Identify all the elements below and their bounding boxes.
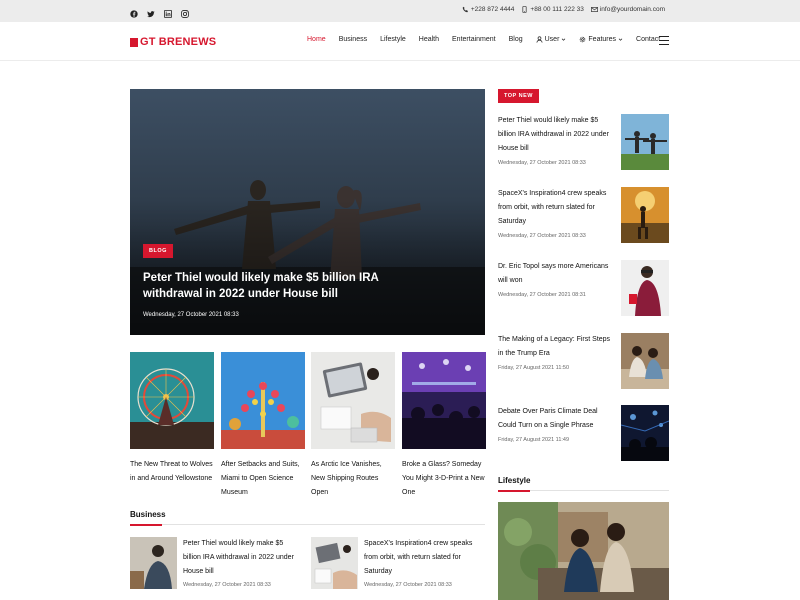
sidebar-article-image	[621, 333, 669, 389]
nav-item-features[interactable]: Features	[579, 36, 623, 43]
hero-date: Wednesday, 27 October 2021 08:33	[143, 312, 239, 318]
article-card[interactable]: The New Threat to Wolves in and Around Y…	[130, 352, 214, 486]
nav-label: Contact	[636, 36, 661, 43]
nav-item-health[interactable]: Health	[419, 36, 439, 43]
category-badge[interactable]: BLOG	[143, 244, 173, 258]
nav-label: Home	[307, 36, 326, 43]
sidebar-article-date: Wednesday, 27 October 2021 08:31	[498, 292, 586, 298]
card-image	[402, 352, 486, 449]
gear-icon	[580, 36, 586, 43]
nav-label: Entertainment	[452, 36, 496, 43]
logo-prefix: GT	[140, 36, 156, 48]
nav-label: User	[544, 36, 560, 43]
phone-1: +228 872 4444	[470, 6, 515, 13]
card-title[interactable]: Broke a Glass? Someday You Might 3-D-Pri…	[402, 458, 486, 500]
sidebar-article[interactable]: Dr. Eric Topol says more Americans will …	[498, 260, 669, 316]
nav-label: Lifestyle	[380, 36, 406, 43]
card-title[interactable]: After Setbacks and Suits, Miami to Open …	[221, 458, 305, 500]
sidebar-article-date: Friday, 27 August 2021 11:50	[498, 365, 570, 371]
sidebar-article-date: Wednesday, 27 October 2021 08:33	[498, 160, 586, 166]
envelope-icon	[590, 7, 598, 12]
section-heading-lifestyle[interactable]: Lifestyle	[498, 476, 530, 485]
sidebar-article-date: Friday, 27 August 2021 11:49	[498, 437, 570, 443]
nav-label: Business	[338, 36, 368, 43]
business-item-image	[311, 537, 358, 589]
sidebar-article-title[interactable]: SpaceX's Inspiration4 crew speaks from o…	[498, 187, 613, 229]
card-image	[311, 352, 395, 449]
facebook-icon[interactable]	[130, 5, 138, 18]
sidebar-article-image	[621, 260, 669, 316]
linkedin-icon[interactable]	[164, 5, 172, 18]
sidebar-article[interactable]: The Making of a Legacy: First Steps in t…	[498, 333, 669, 389]
section-heading-business[interactable]: Business	[130, 510, 166, 519]
business-item-image	[130, 537, 177, 589]
email-address: info@yourdomain.com	[599, 6, 665, 13]
sidebar-article[interactable]: Peter Thiel would likely make $5 billion…	[498, 114, 669, 170]
nav-label: Health	[418, 36, 440, 43]
sidebar-article-title[interactable]: Dr. Eric Topol says more Americans will …	[498, 260, 613, 288]
article-card[interactable]: Broke a Glass? Someday You Might 3-D-Pri…	[402, 352, 486, 500]
business-item-date: Wednesday, 27 October 2021 08:33	[183, 582, 271, 588]
section-divider	[130, 523, 485, 526]
card-image	[130, 352, 214, 449]
article-card[interactable]: After Setbacks and Suits, Miami to Open …	[221, 352, 305, 500]
top-new-badge: TOP NEW	[498, 89, 539, 103]
sidebar-article[interactable]: SpaceX's Inspiration4 crew speaks from o…	[498, 187, 669, 243]
logo-brand: BRENEWS	[158, 36, 217, 48]
sidebar-article-image	[621, 114, 669, 170]
nav-item-blog[interactable]: Blog	[509, 36, 523, 43]
sidebar-article-title[interactable]: The Making of a Legacy: First Steps in t…	[498, 333, 613, 361]
logo-mark-icon	[130, 37, 138, 47]
nav-item-contact[interactable]: Contact	[636, 36, 660, 43]
chevron-down-icon	[618, 38, 623, 41]
phone-icon	[462, 6, 468, 13]
user-icon	[536, 36, 543, 43]
nav-item-business[interactable]: Business	[339, 36, 367, 43]
phone-contact[interactable]: +228 872 4444	[462, 6, 515, 13]
business-item-date: Wednesday, 27 October 2021 08:33	[364, 582, 452, 588]
social-links	[130, 5, 189, 18]
sidebar-article-title[interactable]: Debate Over Paris Climate Deal Could Tur…	[498, 405, 613, 433]
site-header: GT BRENEWS Home Business Lifestyle Healt…	[0, 22, 800, 61]
hero-article[interactable]: BLOG Peter Thiel would likely make $5 bi…	[130, 89, 485, 335]
sidebar-article-title[interactable]: Peter Thiel would likely make $5 billion…	[498, 114, 613, 156]
contact-info: +228 872 4444 +88 00 111 222 33 info@you…	[462, 6, 665, 13]
twitter-icon[interactable]	[147, 5, 155, 18]
lifestyle-image[interactable]	[498, 502, 669, 600]
business-item[interactable]: SpaceX's Inspiration4 crew speaks from o…	[311, 537, 484, 589]
section-divider	[498, 489, 669, 492]
card-title[interactable]: As Arctic Ice Vanishes, New Shipping Rou…	[311, 458, 395, 500]
mobile-icon	[522, 6, 527, 13]
card-image	[221, 352, 305, 449]
business-item-title[interactable]: Peter Thiel would likely make $5 billion…	[183, 537, 303, 579]
phone-2: +88 00 111 222 33	[530, 6, 584, 13]
sidebar-article[interactable]: Debate Over Paris Climate Deal Could Tur…	[498, 405, 669, 461]
nav-item-lifestyle[interactable]: Lifestyle	[380, 36, 406, 43]
sidebar-article-image	[621, 405, 669, 461]
hero-headline[interactable]: Peter Thiel would likely make $5 billion…	[143, 270, 403, 302]
site-logo[interactable]: GT BRENEWS	[130, 36, 216, 48]
hamburger-menu-icon[interactable]	[659, 36, 669, 45]
business-item[interactable]: Peter Thiel would likely make $5 billion…	[130, 537, 303, 589]
nav-label: Features	[588, 36, 617, 43]
email-contact[interactable]: info@yourdomain.com	[590, 6, 665, 13]
mobile-contact[interactable]: +88 00 111 222 33	[521, 6, 584, 13]
main-nav: Home Business Lifestyle Health Entertain…	[307, 36, 673, 43]
nav-item-user[interactable]: User	[536, 36, 567, 43]
business-item-title[interactable]: SpaceX's Inspiration4 crew speaks from o…	[364, 537, 484, 579]
sidebar-article-date: Wednesday, 27 October 2021 08:33	[498, 233, 586, 239]
article-card[interactable]: As Arctic Ice Vanishes, New Shipping Rou…	[311, 352, 395, 500]
nav-label: Blog	[508, 36, 523, 43]
sidebar-article-image	[621, 187, 669, 243]
instagram-icon[interactable]	[181, 5, 189, 18]
nav-item-entertainment[interactable]: Entertainment	[452, 36, 496, 43]
card-title[interactable]: The New Threat to Wolves in and Around Y…	[130, 458, 214, 486]
nav-item-home[interactable]: Home	[307, 36, 326, 43]
top-bar: +228 872 4444 +88 00 111 222 33 info@you…	[0, 0, 800, 22]
chevron-down-icon	[562, 38, 566, 41]
